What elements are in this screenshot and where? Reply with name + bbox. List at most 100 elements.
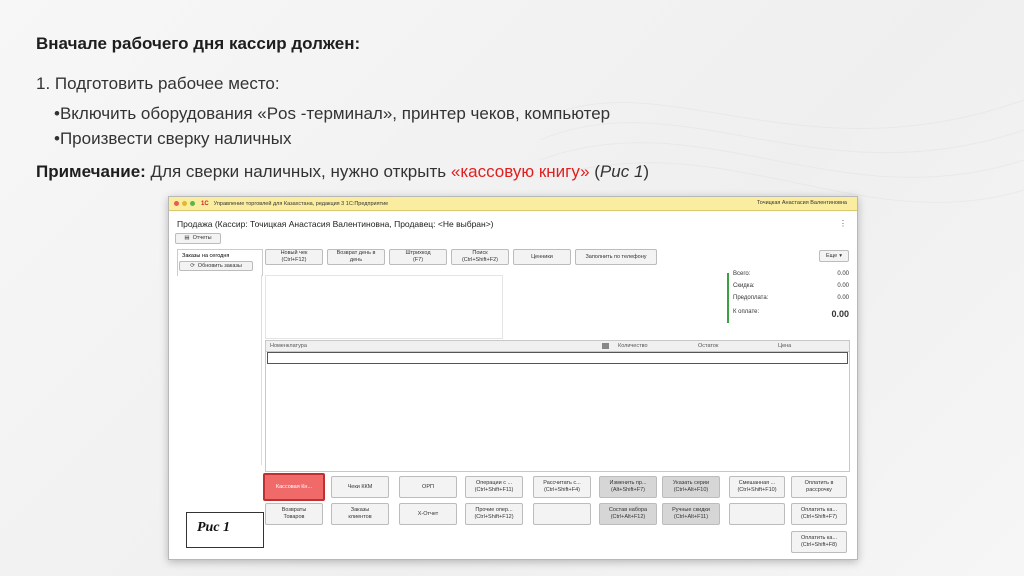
specify-series-button[interactable]: Указать серии (Ctrl+Alt+F10): [662, 476, 720, 498]
barcode-shortcut: (F7): [412, 257, 424, 263]
note-close-paren: ): [643, 162, 650, 181]
pay-installment-label: Оплатить в: [804, 480, 834, 487]
client-orders-button[interactable]: Заказы клиентов: [331, 503, 389, 525]
step-1-text: 1. Подготовить рабочее место:: [36, 74, 280, 93]
note: Примечание: Для сверки наличных, нужно о…: [36, 162, 649, 182]
manual-discounts-button[interactable]: Ручные скидки (Ctrl+Alt+F11): [662, 503, 720, 525]
pay-installment-label-2: рассрочку: [806, 487, 832, 493]
barcode-label: Штрихкод: [405, 250, 431, 257]
manual-discounts-shortcut: (Ctrl+Alt+F11): [673, 514, 709, 520]
returns-label: Возвраты: [281, 507, 307, 514]
app-title: Управление торговлей для Казахстана, ред…: [213, 200, 389, 207]
client-orders-label-2: клиентов: [348, 514, 372, 520]
returns-label-2: Товаров: [283, 514, 305, 520]
current-user[interactable]: Точицкая Анастасия Валентиновна: [757, 200, 847, 206]
reports-button[interactable]: ▤ Отчеты: [175, 233, 221, 244]
bullet-cash-check-text: Произвести сверку наличных: [59, 129, 292, 148]
pay-installment-button[interactable]: Оплатить в рассрочку: [791, 476, 847, 498]
kit-composition-button[interactable]: Состав набора (Ctrl+Alt+F12): [599, 503, 657, 525]
cash-book-button[interactable]: Кассовая Кн...: [263, 473, 325, 501]
new-receipt-button[interactable]: Новый чек (Ctrl+F12): [265, 249, 323, 265]
new-receipt-label: Новый чек: [280, 250, 308, 257]
note-label: Примечание:: [36, 162, 146, 181]
orp-label: ОРП: [422, 483, 434, 490]
same-day-return-label-2: день: [349, 257, 363, 263]
kkm-receipts-label: Чеки ККМ: [347, 483, 373, 490]
maximize-window-icon[interactable]: [190, 201, 195, 206]
barcode-button[interactable]: Штрихкод (F7): [389, 249, 447, 265]
table-row[interactable]: [267, 352, 848, 364]
col-price[interactable]: Цена: [778, 343, 791, 349]
prepayment-row: Предоплата: 0.00: [727, 295, 851, 307]
card-operations-button[interactable]: Операции с ... (Ctrl+Shift+F11): [465, 476, 523, 498]
to-pay-label: К оплате:: [733, 309, 760, 315]
fill-by-phone-button[interactable]: Заполнить по телефону: [575, 249, 657, 265]
pay-card-button[interactable]: Оплатить ка... (Ctrl+Shift+F7): [791, 503, 847, 525]
kit-composition-label: Состав набора: [608, 507, 648, 514]
close-window-icon[interactable]: [174, 201, 179, 206]
window-titlebar: 1С Управление торговлей для Казахстана, …: [169, 197, 857, 211]
refresh-icon: ⟳: [190, 262, 195, 269]
prepayment-value: 0.00: [837, 295, 849, 301]
search-shortcut: (Ctrl+Shift+F2): [461, 257, 499, 263]
totals-panel: Всего: 0.00 Скидка: 0.00 Предоплата: 0.00 К…: [727, 271, 851, 321]
pay-card-label: Оплатить ка...: [800, 507, 838, 514]
same-day-return-button[interactable]: Возврат день в день: [327, 249, 385, 265]
empty-button[interactable]: [729, 503, 785, 525]
card-operations-label: Операции с ...: [475, 480, 513, 487]
total-label: Всего:: [733, 271, 751, 277]
pay-card-shortcut: (Ctrl+Shift+F7): [800, 514, 838, 520]
refresh-orders-button[interactable]: ⟳ Обновить заказы: [179, 261, 253, 271]
minimize-window-icon[interactable]: [182, 201, 187, 206]
note-open-paren: (: [589, 162, 600, 181]
col-nomenclature[interactable]: Номенклатура: [270, 343, 307, 349]
kit-composition-shortcut: (Ctrl+Alt+F12): [610, 514, 646, 520]
discount-row: Скидка: 0.00: [727, 283, 851, 295]
client-orders-label: Заказы: [350, 507, 370, 514]
x-report-button[interactable]: X-Отчет: [399, 503, 457, 525]
orp-button[interactable]: ОРП: [399, 476, 457, 498]
cash-book-link: «кассовую книгу»: [450, 162, 590, 181]
pay-card-button-2[interactable]: Оплатить ка... (Ctrl+Shift+F8): [791, 531, 847, 553]
chevron-down-icon: ▾: [839, 252, 842, 259]
discount-label: Скидка:: [733, 283, 755, 289]
search-button[interactable]: Поиск (Ctrl+Shift+F2): [451, 249, 509, 265]
empty-button[interactable]: [533, 503, 591, 525]
specify-series-shortcut: (Ctrl+Alt+F10): [673, 487, 709, 493]
receipt-info-area: [265, 275, 503, 339]
kkm-receipts-button[interactable]: Чеки ККМ: [331, 476, 389, 498]
col-stock[interactable]: Остаток: [698, 343, 718, 349]
mixed-payment-button[interactable]: Смешанная ... (Ctrl+Shift+F10): [729, 476, 785, 498]
refresh-orders-label: Обновить заказы: [197, 262, 242, 269]
slide-title: Вначале рабочего дня кассир должен:: [36, 34, 361, 53]
total-value: 0.00: [837, 271, 849, 277]
more-button-label: Еще: [826, 252, 838, 259]
change-price-label: Изменить пр...: [609, 480, 647, 487]
change-price-button[interactable]: Изменить пр... (Alt+Shift+F7): [599, 476, 657, 498]
fill-by-phone-label: Заполнить по телефону: [585, 253, 647, 260]
calculate-label: Рассчитать с...: [543, 480, 581, 487]
report-icon: ▤: [184, 235, 190, 242]
other-operations-shortcut: (Ctrl+Shift+F12): [474, 514, 514, 520]
col-quantity[interactable]: Количество: [618, 343, 648, 349]
to-pay-value: 0.00: [831, 309, 849, 319]
specify-series-label: Указать серии: [672, 480, 710, 487]
manual-discounts-label: Ручные скидки: [672, 507, 710, 514]
more-button[interactable]: Еще ▾: [819, 250, 849, 262]
same-day-return-label: Возврат день в: [336, 250, 376, 257]
other-operations-button[interactable]: Прочие опер... (Ctrl+Shift+F12): [465, 503, 523, 525]
calculate-button[interactable]: Рассчитать с... (Ctrl+Shift+F4): [533, 476, 591, 498]
tab-orders-today-label: Заказы на сегодня: [182, 253, 230, 259]
other-operations-label: Прочие опер...: [475, 507, 513, 514]
search-label: Поиск: [472, 250, 488, 257]
column-settings-icon[interactable]: [602, 343, 609, 349]
more-options-icon[interactable]: ⋮: [839, 219, 847, 228]
orders-list[interactable]: [177, 275, 262, 465]
cash-book-label: Кассовая Кн...: [275, 483, 313, 490]
returns-button[interactable]: Возвраты Товаров: [265, 503, 323, 525]
price-tags-button[interactable]: Ценники: [513, 249, 571, 265]
bullet-cash-check: •Произвести сверку наличных: [54, 129, 292, 148]
figure-label: Рис 1: [186, 512, 264, 548]
price-tags-label: Ценники: [531, 253, 553, 260]
items-table[interactable]: Номенклатура Количество Остаток Цена: [265, 340, 850, 472]
